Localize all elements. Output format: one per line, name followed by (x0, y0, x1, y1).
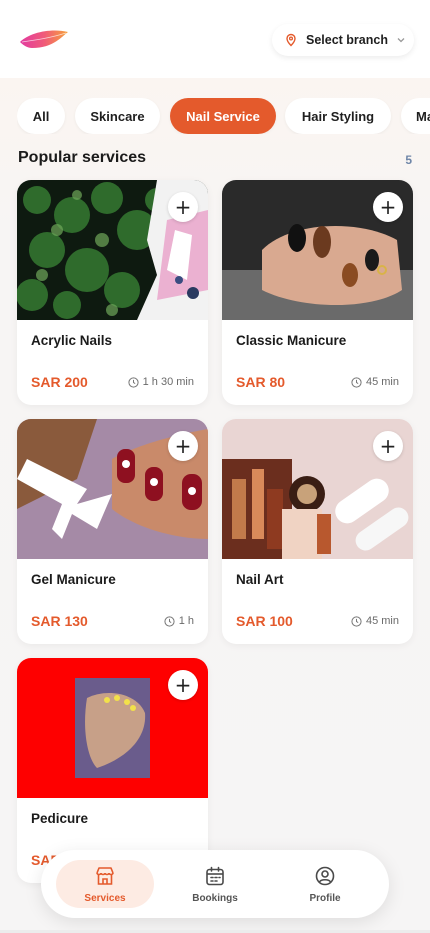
service-name: Gel Manicure (31, 572, 116, 587)
clock-icon (164, 615, 175, 627)
add-service-button[interactable]: + (168, 431, 198, 461)
add-service-button[interactable]: + (373, 431, 403, 461)
tab-label: Skincare (90, 108, 145, 124)
nav-profile[interactable]: Profile (276, 860, 374, 908)
service-price: SAR 100 (236, 613, 293, 629)
clock-icon (351, 376, 362, 388)
store-icon (96, 866, 114, 885)
nav-label: Services (84, 892, 126, 904)
service-name: Pedicure (31, 811, 89, 826)
service-duration: 45 min (351, 615, 399, 627)
tab-makeup[interactable]: Ma (401, 98, 430, 134)
nav-services[interactable]: Services (56, 860, 154, 908)
service-duration-label: 45 min (365, 376, 399, 388)
service-price: SAR 80 (236, 374, 286, 390)
select-branch-button[interactable]: Select branch (272, 24, 414, 56)
service-card-gel-manicure[interactable]: + Gel Manicure SAR 130 1 h (17, 419, 208, 644)
tab-hair-styling[interactable]: Hair Styling (285, 98, 391, 134)
tab-skincare[interactable]: Skincare (75, 98, 160, 134)
add-service-button[interactable]: + (168, 670, 198, 700)
location-pin-icon (286, 33, 296, 47)
tab-label: Hair Styling (301, 108, 375, 124)
nav-label: Profile (309, 892, 341, 904)
section-count: 5 (405, 153, 412, 167)
select-branch-label: Select branch (306, 33, 388, 47)
tab-label: Ma (416, 108, 430, 124)
service-price: SAR 200 (31, 374, 88, 390)
app-header: Select branch (0, 0, 430, 78)
bottom-navigation: Services Bookings Profile (41, 850, 389, 918)
service-card-acrylic-nails[interactable]: + Acrylic Nails SAR 200 1 h 30 min (17, 180, 208, 405)
service-price: SAR 130 (31, 613, 88, 629)
service-duration-label: 1 h (178, 615, 194, 627)
service-duration-label: 1 h 30 min (142, 376, 194, 388)
service-name: Classic Manicure (236, 333, 347, 348)
nav-label: Bookings (192, 892, 238, 904)
clock-icon (351, 615, 362, 627)
tab-label: All (32, 108, 50, 124)
service-card-nail-art[interactable]: + Nail Art SAR 100 45 min (222, 419, 413, 644)
clock-icon (128, 376, 139, 388)
add-service-button[interactable]: + (168, 192, 198, 222)
service-duration: 1 h (164, 615, 194, 627)
tab-label: Nail Service (186, 108, 260, 124)
service-duration: 1 h 30 min (128, 376, 194, 388)
service-name: Nail Art (236, 572, 284, 587)
service-card-classic-manicure[interactable]: + Classic Manicure SAR 80 45 min (222, 180, 413, 405)
service-duration: 45 min (351, 376, 399, 388)
category-tabs: All Skincare Nail Service Hair Styling M… (17, 98, 430, 134)
tab-all[interactable]: All (17, 98, 65, 134)
nav-bookings[interactable]: Bookings (166, 860, 264, 908)
add-service-button[interactable]: + (373, 192, 403, 222)
feather-logo (20, 30, 68, 48)
section-title: Popular services (18, 149, 147, 166)
chevron-down-icon (397, 38, 405, 43)
tab-nail-service[interactable]: Nail Service (170, 98, 276, 134)
calendar-icon (206, 866, 224, 885)
service-name: Acrylic Nails (31, 333, 113, 348)
service-duration-label: 45 min (365, 615, 399, 627)
user-circle-icon (315, 866, 335, 885)
